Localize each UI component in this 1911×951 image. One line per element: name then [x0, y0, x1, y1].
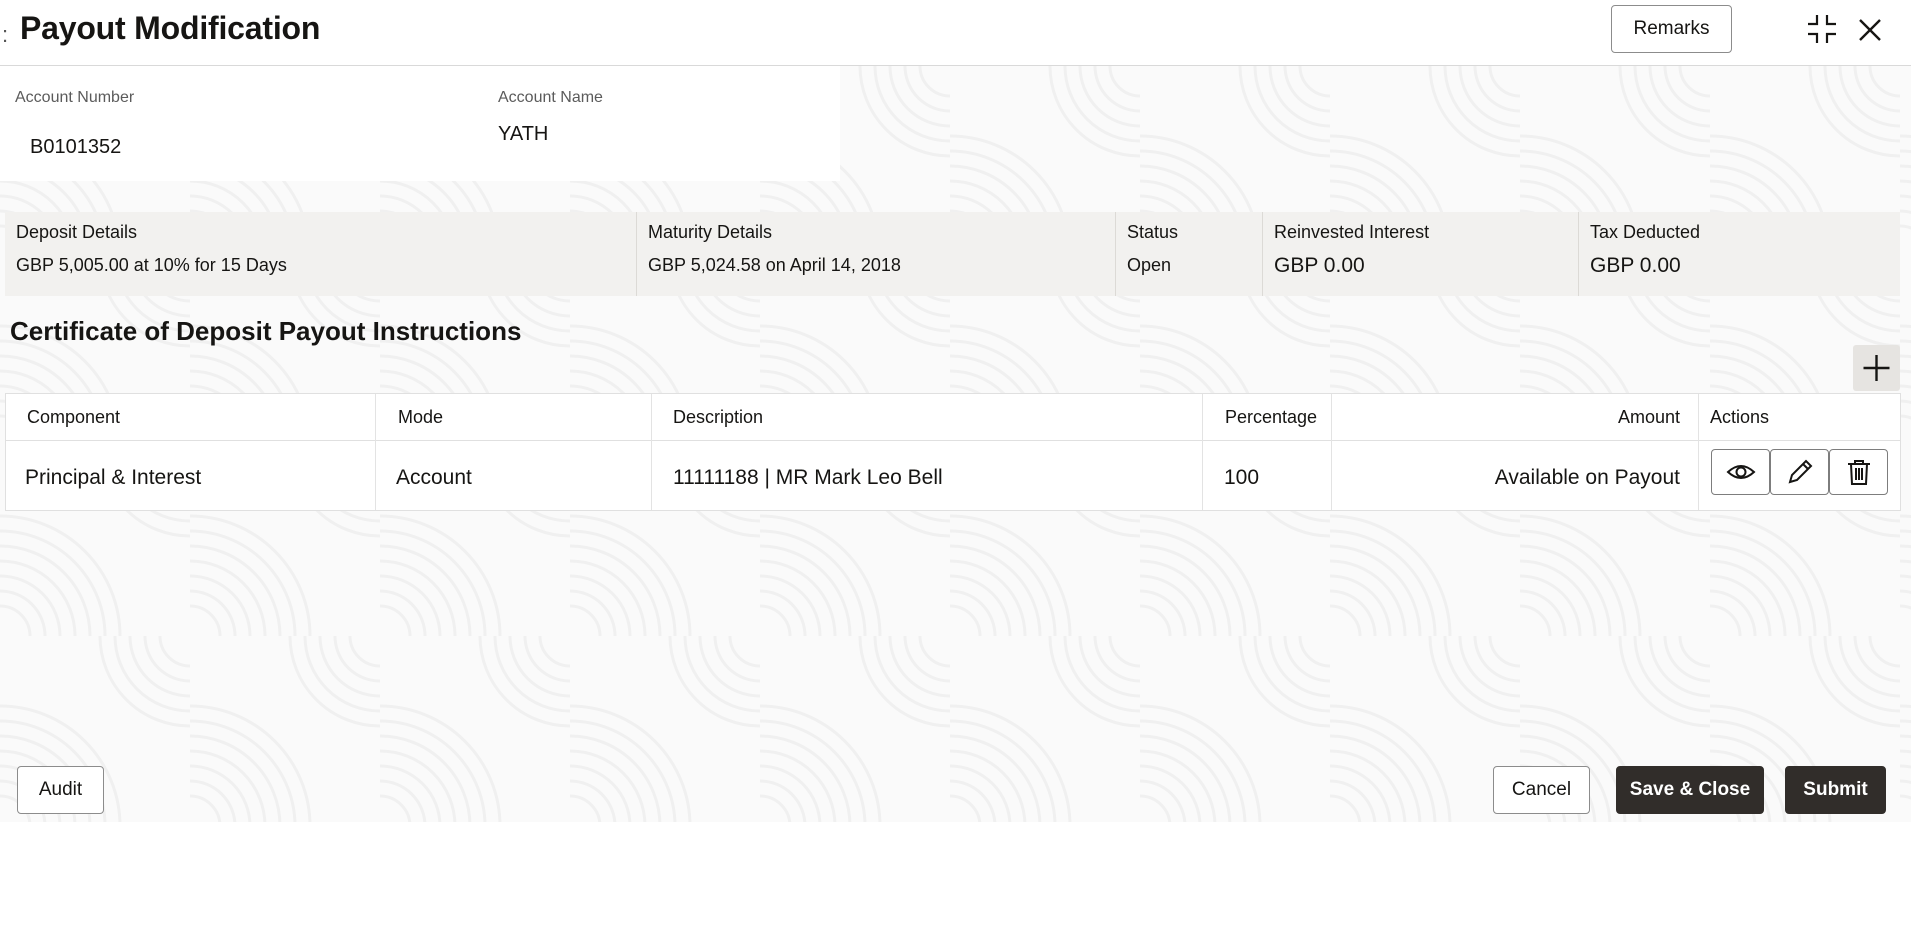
tax-deducted-cell: Tax Deducted GBP 0.00	[1579, 212, 1900, 296]
payout-modification-window: : Payout Modification Remarks Account Nu…	[0, 0, 1911, 822]
remarks-button[interactable]: Remarks	[1611, 5, 1732, 53]
payout-instructions-title: Certificate of Deposit Payout Instructio…	[10, 316, 522, 346]
eye-icon	[1726, 465, 1755, 479]
account-info-panel	[0, 66, 840, 181]
submit-button[interactable]: Submit	[1785, 766, 1886, 814]
cell-mode: Account	[396, 466, 472, 489]
account-number-label: Account Number	[15, 89, 135, 106]
reinvested-interest-value: GBP 0.00	[1274, 254, 1365, 277]
status-cell: Status Open	[1116, 212, 1263, 296]
cell-description: 11111188 | MR Mark Leo Bell	[673, 466, 943, 489]
close-button[interactable]	[1854, 14, 1886, 46]
audit-button[interactable]: Audit	[17, 766, 104, 814]
cell-component: Principal & Interest	[25, 466, 202, 489]
maturity-details-cell: Maturity Details GBP 5,024.58 on April 1…	[637, 212, 1116, 296]
column-divider	[375, 394, 376, 510]
column-divider	[1202, 394, 1203, 510]
table-header	[6, 394, 1900, 441]
pencil-icon	[1788, 459, 1812, 484]
edge-mark: :	[2, 22, 9, 47]
account-number-value: B0101352	[30, 136, 122, 158]
cancel-button[interactable]: Cancel	[1493, 766, 1590, 814]
window-header: : Payout Modification Remarks	[0, 0, 1911, 66]
account-name-value: YATH	[498, 123, 549, 145]
column-divider	[1698, 394, 1699, 510]
delete-button[interactable]	[1829, 449, 1888, 495]
tax-deducted-label: Tax Deducted	[1590, 222, 1701, 242]
deposit-details-label: Deposit Details	[16, 222, 138, 242]
view-button[interactable]	[1711, 449, 1770, 495]
tax-deducted-value: GBP 0.00	[1590, 254, 1681, 277]
plus-icon	[1863, 355, 1890, 381]
page-title: Payout Modification	[20, 10, 321, 46]
cell-amount: Available on Payout	[1494, 466, 1680, 489]
column-header-amount[interactable]: Amount	[1618, 407, 1680, 428]
column-divider	[1331, 394, 1332, 510]
column-header-description[interactable]: Description	[673, 407, 763, 428]
column-header-mode[interactable]: Mode	[398, 407, 443, 428]
status-value: Open	[1127, 255, 1172, 275]
minimize-icon	[1808, 15, 1836, 43]
edit-button[interactable]	[1770, 449, 1829, 495]
deposit-details-value: GBP 5,005.00 at 10% for 15 Days	[16, 255, 287, 275]
column-header-actions: Actions	[1710, 407, 1770, 427]
cell-percentage: 100	[1224, 466, 1260, 489]
column-divider	[651, 394, 652, 510]
add-payout-button[interactable]	[1853, 345, 1900, 391]
reinvested-interest-label: Reinvested Interest	[1274, 222, 1430, 242]
maturity-details-label: Maturity Details	[648, 222, 773, 242]
trash-icon	[1847, 460, 1870, 485]
close-icon	[1859, 19, 1881, 41]
save-and-close-button[interactable]: Save & Close	[1616, 766, 1764, 814]
deposit-summary: Deposit Details GBP 5,005.00 at 10% for …	[5, 212, 1900, 296]
column-header-percentage[interactable]: Percentage	[1225, 407, 1317, 428]
maturity-details-value: GBP 5,024.58 on April 14, 2018	[648, 255, 901, 275]
column-header-component[interactable]: Component	[27, 407, 120, 428]
status-label: Status	[1127, 222, 1179, 242]
minimize-button[interactable]	[1805, 12, 1839, 46]
account-name-label: Account Name	[498, 89, 603, 106]
payout-instructions-table: Component Mode Description Percentage Am…	[5, 393, 1901, 511]
reinvested-interest-cell: Reinvested Interest GBP 0.00	[1263, 212, 1579, 296]
deposit-details-cell: Deposit Details GBP 5,005.00 at 10% for …	[5, 212, 637, 296]
